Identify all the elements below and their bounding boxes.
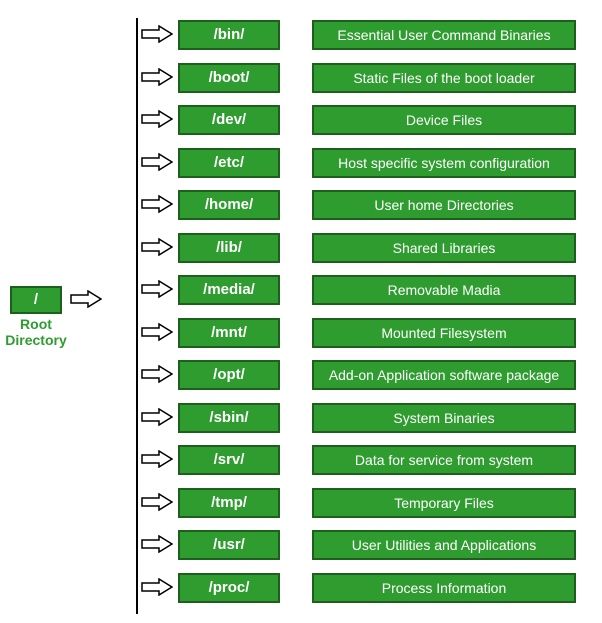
directory-name-box: /proc/ <box>178 573 280 603</box>
arrow-right-icon <box>70 290 102 308</box>
directory-name-box: /etc/ <box>178 148 280 178</box>
arrow-right-icon <box>141 195 173 213</box>
directory-desc-box: Process Information <box>312 573 576 603</box>
directory-desc-box: System Binaries <box>312 403 576 433</box>
directory-name-box: /media/ <box>178 275 280 305</box>
directory-name-box: /mnt/ <box>178 318 280 348</box>
directory-name-box: /bin/ <box>178 20 280 50</box>
arrow-right-icon <box>141 408 173 426</box>
directory-desc-box: Mounted Filesystem <box>312 318 576 348</box>
directory-desc-box: Add-on Application software package <box>312 360 576 390</box>
arrow-right-icon <box>141 578 173 596</box>
diagram-canvas: / Root Directory /bin/Essential User Com… <box>0 0 602 623</box>
directory-name-box: /home/ <box>178 190 280 220</box>
directory-desc-box: User Utilities and Applications <box>312 530 576 560</box>
directory-name-box: /opt/ <box>178 360 280 390</box>
directory-desc-box: Removable Madia <box>312 275 576 305</box>
arrow-right-icon <box>141 68 173 86</box>
arrow-right-icon <box>141 535 173 553</box>
arrow-right-icon <box>141 365 173 383</box>
arrow-right-icon <box>141 153 173 171</box>
arrow-right-icon <box>141 493 173 511</box>
directory-name-box: /srv/ <box>178 445 280 475</box>
directory-desc-box: Essential User Command Binaries <box>312 20 576 50</box>
directory-desc-box: Static Files of the boot loader <box>312 63 576 93</box>
root-symbol-box: / <box>10 286 62 314</box>
directory-name-box: /tmp/ <box>178 488 280 518</box>
directory-name-box: /dev/ <box>178 105 280 135</box>
root-label: Root Directory <box>0 316 72 348</box>
directory-name-box: /lib/ <box>178 233 280 263</box>
directory-name-box: /sbin/ <box>178 403 280 433</box>
arrow-right-icon <box>141 238 173 256</box>
tree-trunk-line <box>136 18 138 614</box>
arrow-right-icon <box>141 25 173 43</box>
directory-name-box: /boot/ <box>178 63 280 93</box>
directory-desc-box: User home Directories <box>312 190 576 220</box>
arrow-right-icon <box>141 323 173 341</box>
directory-desc-box: Host specific system configuration <box>312 148 576 178</box>
arrow-right-icon <box>141 450 173 468</box>
directory-desc-box: Device Files <box>312 105 576 135</box>
directory-desc-box: Data for service from system <box>312 445 576 475</box>
directory-name-box: /usr/ <box>178 530 280 560</box>
arrow-right-icon <box>141 110 173 128</box>
arrow-right-icon <box>141 280 173 298</box>
directory-desc-box: Shared Libraries <box>312 233 576 263</box>
directory-desc-box: Temporary Files <box>312 488 576 518</box>
